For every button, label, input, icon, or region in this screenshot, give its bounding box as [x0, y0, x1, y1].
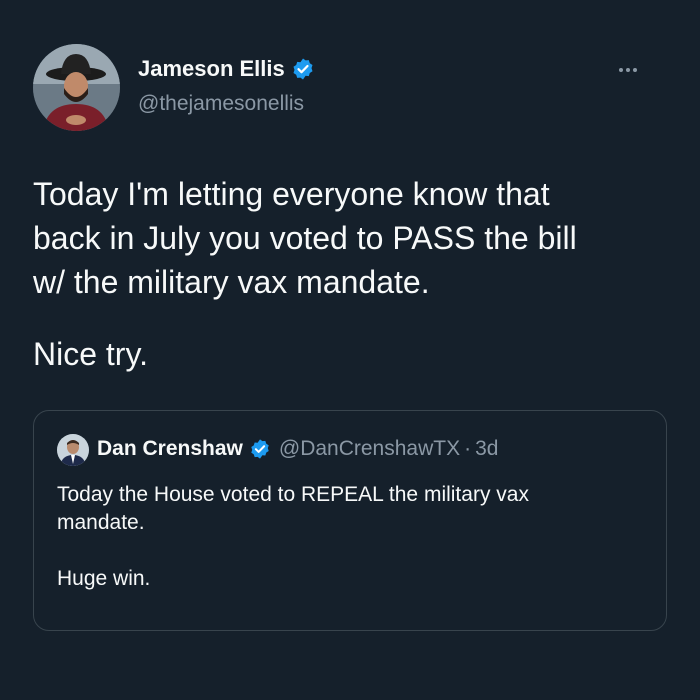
quoted-author-handle[interactable]: @DanCrenshawTX — [279, 437, 460, 461]
tweet-line: Today I'm letting everyone know that — [33, 176, 550, 212]
more-horizontal-icon — [619, 68, 623, 72]
author-name-text[interactable]: Jameson Ellis — [138, 56, 285, 82]
tweet-line: w/ the military vax mandate. — [33, 264, 430, 300]
author-avatar[interactable] — [33, 44, 120, 131]
quoted-author-name[interactable]: Dan Crenshaw — [97, 437, 243, 461]
verified-badge-icon — [251, 439, 269, 459]
quoted-tweet-timestamp[interactable]: 3d — [475, 437, 498, 461]
quoted-tweet-header: Dan Crenshaw @DanCrenshawTX · 3d — [97, 437, 498, 461]
more-options-button[interactable] — [610, 56, 646, 84]
more-dot — [626, 68, 630, 72]
more-dot — [633, 68, 637, 72]
tweet-second-paragraph: Nice try. — [33, 336, 148, 372]
quoted-author-avatar[interactable] — [57, 434, 89, 466]
quoted-tweet-closing: Huge win. — [57, 567, 151, 590]
separator-dot: · — [464, 437, 472, 460]
quoted-tweet-text: Today the House voted to REPEAL the mili… — [57, 481, 647, 593]
tweet-line: back in July you voted to PASS the bill — [33, 220, 577, 256]
author-name[interactable]: Jameson Ellis — [138, 56, 315, 82]
verified-badge-icon — [293, 58, 313, 80]
quoted-tweet[interactable]: Dan Crenshaw @DanCrenshawTX · 3d Today t… — [33, 410, 667, 631]
tweet-text: Today I'm letting everyone know that bac… — [33, 172, 673, 372]
author-handle[interactable]: @thejamesonellis — [138, 92, 304, 116]
tweet-card: Jameson Ellis @thejamesonellis Today I'm… — [0, 0, 700, 700]
quoted-tweet-line: Today the House voted to REPEAL the mili… — [57, 483, 529, 506]
quoted-tweet-line: mandate. — [57, 511, 145, 534]
